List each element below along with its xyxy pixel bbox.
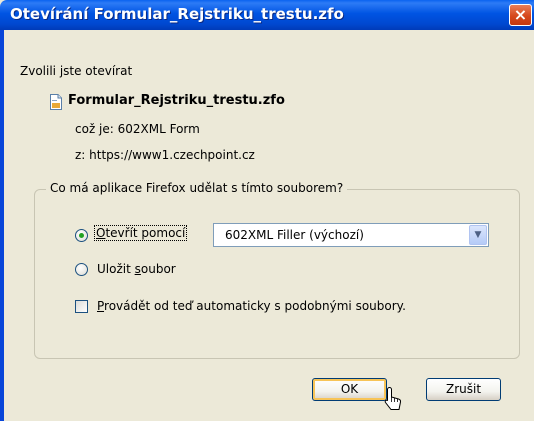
file-name: Formular_Rejstriku_trestu.zfo [68, 93, 285, 108]
open-with-radio[interactable] [75, 229, 88, 242]
open-file-dialog: Otevírání Formular_Rejstriku_trestu.zfo … [0, 0, 534, 421]
window-frame [0, 30, 4, 421]
lead-text: Zvolili jste otevírat [20, 64, 133, 78]
application-select[interactable]: 602XML Filler (výchozí) ▼ [213, 223, 489, 247]
auto-action-label-text: rovádět od teď automaticky s podobnými s… [104, 299, 406, 313]
file-source-line: z: https://www1.czechpoint.cz [75, 148, 255, 162]
mouse-pointer-icon [384, 386, 402, 410]
chevron-down-icon[interactable]: ▼ [469, 225, 487, 245]
document-icon [50, 94, 62, 110]
application-select-value: 602XML Filler (výchozí) [225, 228, 364, 242]
auto-action-mnemonic: P [97, 299, 105, 313]
save-file-label-start: Uložit [97, 262, 135, 276]
auto-action-label[interactable]: Provádět od teď automaticky s podobnými … [97, 299, 406, 313]
save-file-label-rest: oubor [140, 262, 176, 276]
open-with-label-text: tevřít pomocí [105, 226, 186, 240]
window-title: Otevírání Formular_Rejstriku_trestu.zfo [10, 5, 344, 23]
save-file-label[interactable]: Uložit soubor [97, 262, 176, 276]
action-group-title: Co má aplikace Firefox udělat s tímto so… [46, 181, 348, 195]
ok-button[interactable]: OK [312, 378, 387, 401]
auto-action-checkbox[interactable] [75, 300, 88, 313]
close-button[interactable]: × [509, 4, 532, 26]
cancel-button[interactable]: Zrušit [426, 378, 501, 401]
open-with-label[interactable]: Otevřít pomocí [93, 225, 188, 241]
title-bar[interactable]: Otevírání Formular_Rejstriku_trestu.zfo … [0, 0, 534, 30]
file-type-line: což je: 602XML Form [75, 122, 200, 136]
save-file-radio[interactable] [75, 263, 88, 276]
